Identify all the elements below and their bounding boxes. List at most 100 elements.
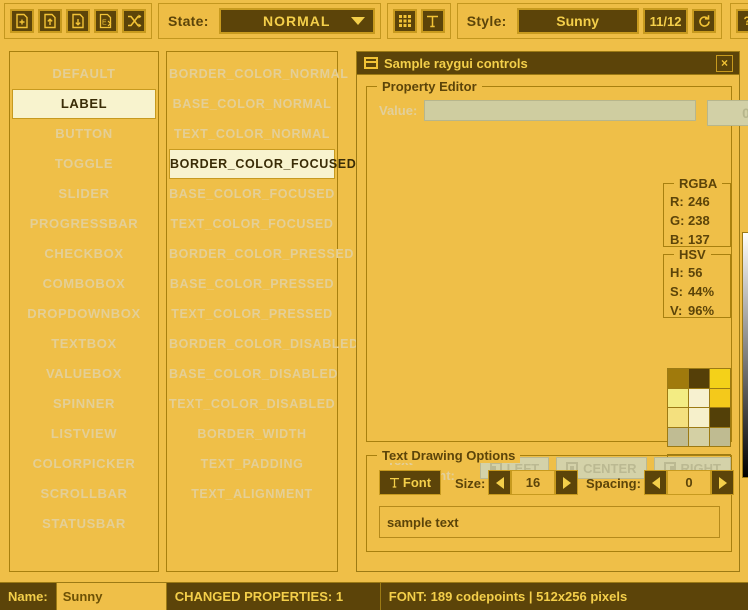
control-item-spinner[interactable]: SPINNER	[12, 389, 156, 419]
control-item-combobox[interactable]: COMBOBOX	[12, 269, 156, 299]
control-item-valuebox[interactable]: VALUEBOX	[12, 359, 156, 389]
color-swatch[interactable]	[689, 408, 709, 427]
property-item-text-alignment[interactable]: TEXT_ALIGNMENT	[169, 479, 335, 509]
hsv-channel-row: H:56	[664, 263, 730, 282]
property-item-border-color-pressed[interactable]: BORDER_COLOR_PRESSED	[169, 239, 335, 269]
property-item-text-color-disabled[interactable]: TEXT_COLOR_DISABLED	[169, 389, 335, 419]
hsv-title: HSV	[674, 247, 711, 262]
export-file-button[interactable]: E	[94, 9, 118, 33]
sample-text-input[interactable]: sample text	[379, 506, 720, 538]
size-value[interactable]: 16	[511, 470, 555, 495]
state-dropdown[interactable]: NORMAL	[219, 8, 375, 34]
size-spinner[interactable]: 16	[488, 470, 578, 495]
chevron-down-icon	[351, 17, 365, 25]
file-load-icon	[42, 13, 58, 29]
statusbar-font-info: FONT: 189 codepoints | 512x256 pixels	[381, 583, 748, 610]
hsv-rows: H:56S:44%V:96%	[664, 255, 730, 320]
control-item-dropdownbox[interactable]: DROPDOWNBOX	[12, 299, 156, 329]
control-item-scrollbar[interactable]: SCROLLBAR	[12, 479, 156, 509]
grid-toggle-button[interactable]	[393, 9, 417, 33]
new-file-button[interactable]	[10, 9, 34, 33]
rgba-title: RGBA	[674, 176, 722, 191]
style-name-button[interactable]: Sunny	[517, 8, 639, 34]
save-file-button[interactable]	[66, 9, 90, 33]
spacing-spinner[interactable]: 0	[644, 470, 734, 495]
spacing-value[interactable]: 0	[667, 470, 711, 495]
color-swatch[interactable]	[668, 369, 688, 388]
color-swatch[interactable]	[689, 428, 709, 447]
font-button[interactable]: Font	[379, 470, 441, 495]
property-item-text-color-normal[interactable]: TEXT_COLOR_NORMAL	[169, 119, 335, 149]
color-swatch[interactable]	[710, 389, 730, 408]
property-item-base-color-disabled[interactable]: BASE_COLOR_DISABLED	[169, 359, 335, 389]
color-swatch[interactable]	[689, 369, 709, 388]
spacing-decrement-button[interactable]	[644, 470, 667, 495]
style-label: Style:	[467, 13, 507, 29]
color-swatch[interactable]	[710, 428, 730, 447]
control-item-progressbar[interactable]: PROGRESSBAR	[12, 209, 156, 239]
size-decrement-button[interactable]	[488, 470, 511, 495]
rgba-channel-value: 238	[688, 211, 710, 230]
statusbar: Name: Sunny CHANGED PROPERTIES: 1 FONT: …	[0, 582, 748, 610]
property-item-border-color-disabled[interactable]: BORDER_COLOR_DISABLED	[169, 329, 335, 359]
file-export-icon: E	[98, 13, 114, 29]
color-swatch[interactable]	[668, 389, 688, 408]
color-picker-sv-area[interactable]	[742, 232, 748, 478]
properties-listview[interactable]: BORDER_COLOR_NORMALBASE_COLOR_NORMALTEXT…	[166, 51, 338, 572]
property-item-border-width[interactable]: BORDER_WIDTH	[169, 419, 335, 449]
value-label: Value:	[379, 103, 417, 118]
property-item-border-color-focused[interactable]: BORDER_COLOR_FOCUSED	[169, 149, 335, 179]
control-item-button[interactable]: BUTTON	[12, 119, 156, 149]
property-item-text-color-focused[interactable]: TEXT_COLOR_FOCUSED	[169, 209, 335, 239]
property-editor-group: Property Editor Value: 0 RGBA R:246G:238…	[366, 86, 732, 442]
view-group	[387, 3, 451, 39]
control-item-label[interactable]: LABEL	[12, 89, 156, 119]
property-item-text-padding[interactable]: TEXT_PADDING	[169, 449, 335, 479]
control-item-textbox[interactable]: TEXTBOX	[12, 329, 156, 359]
control-item-toggle[interactable]: TOGGLE	[12, 149, 156, 179]
color-swatch-palette[interactable]	[667, 368, 731, 447]
style-name-input[interactable]: Sunny	[57, 583, 167, 610]
property-item-base-color-focused[interactable]: BASE_COLOR_FOCUSED	[169, 179, 335, 209]
size-increment-button[interactable]	[555, 470, 578, 495]
rgba-channel-row: G:238	[664, 211, 730, 230]
triangle-left-icon	[496, 477, 504, 489]
file-tools-group: E	[4, 3, 152, 39]
hsv-channel-key: H:	[670, 263, 688, 282]
rgba-channel-value: 246	[688, 192, 710, 211]
color-swatch[interactable]	[710, 369, 730, 388]
help-button[interactable]: ?	[736, 9, 748, 33]
value-spinner[interactable]: 0	[707, 100, 748, 126]
triangle-left-icon	[652, 477, 660, 489]
color-swatch[interactable]	[710, 408, 730, 427]
property-item-text-color-pressed[interactable]: TEXT_COLOR_PRESSED	[169, 299, 335, 329]
control-item-colorpicker[interactable]: COLORPICKER	[12, 449, 156, 479]
property-item-base-color-pressed[interactable]: BASE_COLOR_PRESSED	[169, 269, 335, 299]
value-input[interactable]	[424, 100, 696, 121]
statusbar-changed-properties: CHANGED PROPERTIES: 1	[167, 583, 381, 610]
state-dropdown-value: NORMAL	[263, 13, 330, 29]
random-style-button[interactable]	[122, 9, 146, 33]
hsv-group: HSV H:56S:44%V:96%	[663, 254, 731, 318]
controls-listview[interactable]: DEFAULTLABELBUTTONTOGGLESLIDERPROGRESSBA…	[9, 51, 159, 572]
hsv-channel-row: S:44%	[664, 282, 730, 301]
load-file-button[interactable]	[38, 9, 62, 33]
control-item-checkbox[interactable]: CHECKBOX	[12, 239, 156, 269]
control-item-listview[interactable]: LISTVIEW	[12, 419, 156, 449]
svg-text:?: ?	[744, 14, 748, 28]
control-item-slider[interactable]: SLIDER	[12, 179, 156, 209]
control-item-statusbar[interactable]: STATUSBAR	[12, 509, 156, 539]
reload-style-button[interactable]	[692, 9, 716, 33]
close-icon[interactable]: ×	[716, 55, 733, 72]
style-counter[interactable]: 11/12	[643, 8, 689, 34]
property-item-border-color-normal[interactable]: BORDER_COLOR_NORMAL	[169, 59, 335, 89]
color-swatch[interactable]	[668, 408, 688, 427]
window-titlebar[interactable]: Sample raygui controls ×	[357, 52, 739, 75]
property-item-base-color-normal[interactable]: BASE_COLOR_NORMAL	[169, 89, 335, 119]
spacing-increment-button[interactable]	[711, 470, 734, 495]
control-item-default[interactable]: DEFAULT	[12, 59, 156, 89]
color-swatch[interactable]	[668, 428, 688, 447]
shuffle-icon	[126, 13, 143, 29]
color-swatch[interactable]	[689, 389, 709, 408]
font-atlas-button[interactable]	[421, 9, 445, 33]
